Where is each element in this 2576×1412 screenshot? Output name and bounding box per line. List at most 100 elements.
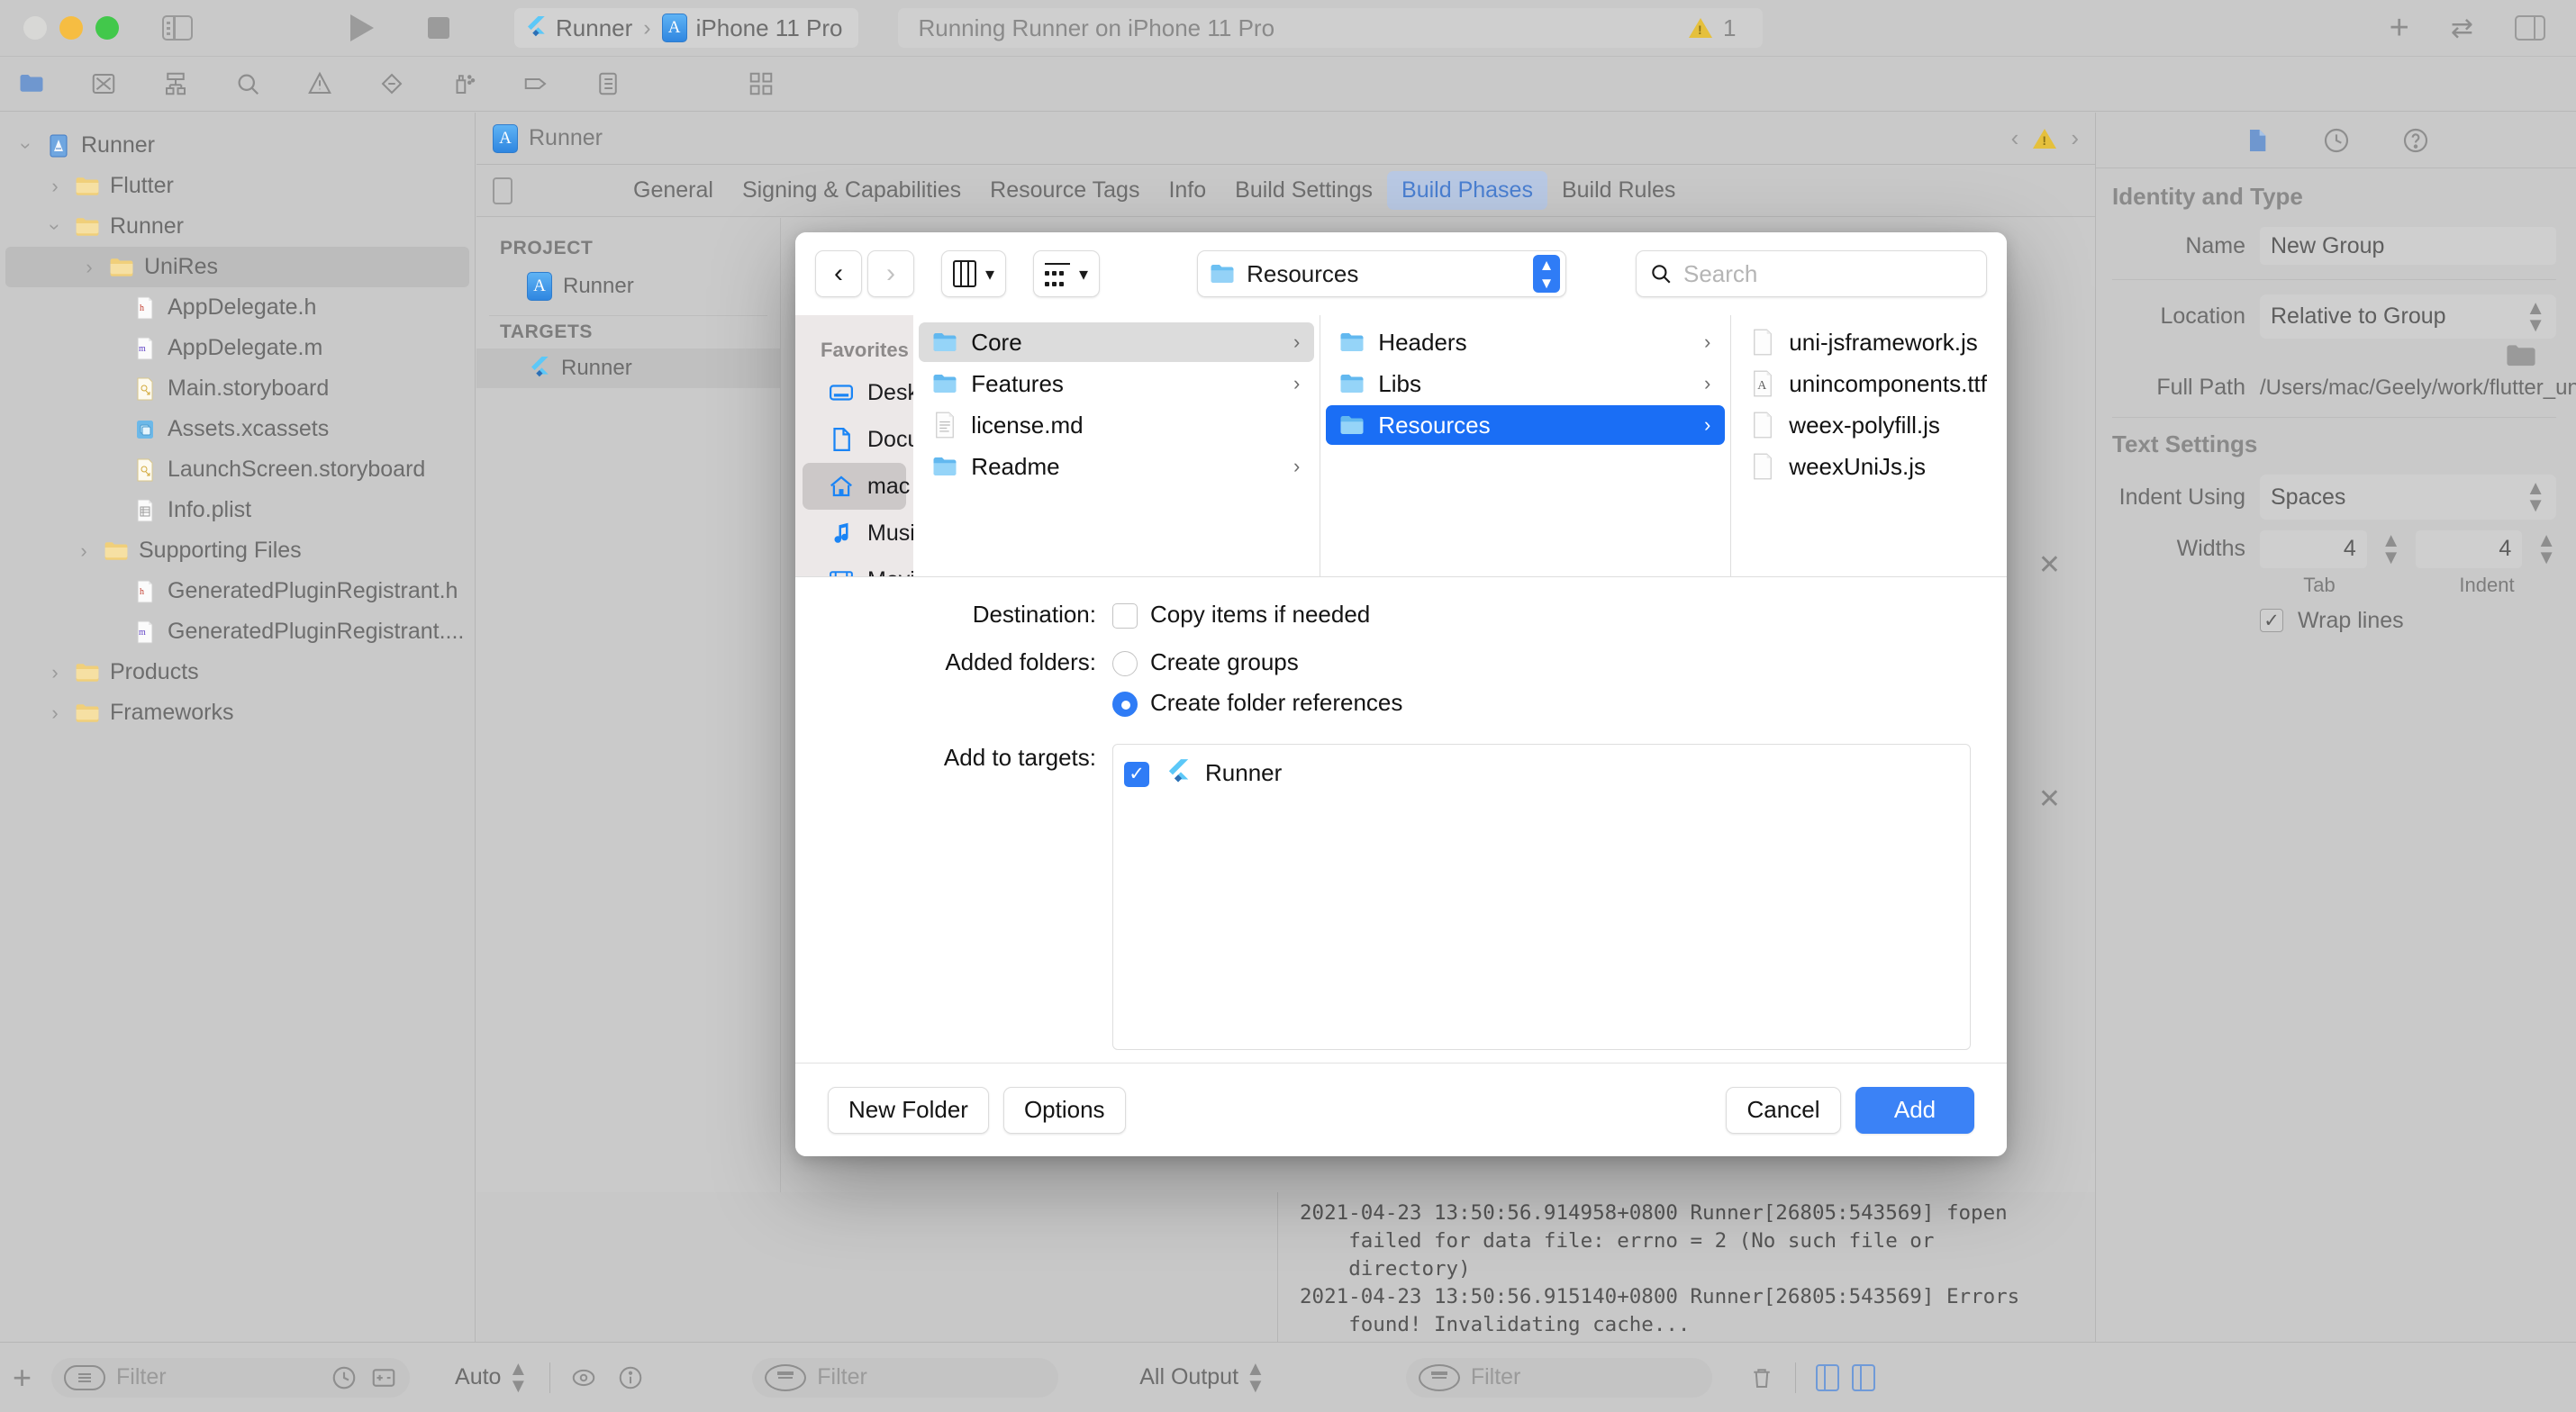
indent-using-select[interactable]: Spaces ▲ ▼: [2260, 475, 2556, 520]
tab-info[interactable]: Info: [1154, 171, 1220, 210]
navigator-item-appdelegate-m[interactable]: m AppDelegate.m: [0, 328, 475, 368]
target-row[interactable]: ✓ Runner: [1124, 754, 1959, 792]
finder-row-unincomponents-ttf[interactable]: Aunincomponents.ttf: [1737, 364, 2001, 403]
grid-view-icon[interactable]: [748, 70, 775, 97]
chevron-updown-icon[interactable]: ▲ ▼: [1533, 255, 1561, 293]
jumpbar-nav[interactable]: ‹ ›: [2011, 124, 2079, 152]
debug-navigator-icon[interactable]: [450, 70, 477, 97]
finder-row-weexunijs-js[interactable]: weexUniJs.js: [1737, 447, 2001, 486]
project-navigator[interactable]: › Runner › Flutter › Runner › UniRes h AppDelegat…: [0, 113, 476, 1342]
toggle-console-view-icon[interactable]: [1851, 1363, 1875, 1391]
finder-column-3[interactable]: uni-jsframework.js Aunincomponents.ttf wee…: [1731, 315, 2007, 576]
variables-filter[interactable]: Filter: [752, 1357, 1059, 1398]
cancel-button[interactable]: Cancel: [1726, 1086, 1841, 1134]
add-button[interactable]: Add: [1855, 1086, 1974, 1134]
navigator-item-unires[interactable]: › UniRes: [5, 247, 469, 287]
scheme-selector[interactable]: Runner › iPhone 11 Pro: [514, 8, 859, 48]
nav-buttons[interactable]: ‹ ›: [815, 250, 914, 297]
filter-circle-icon[interactable]: [765, 1363, 807, 1391]
project-target-list[interactable]: PROJECT Runner TARGETS Runner + −: [476, 218, 781, 1342]
options-button[interactable]: Options: [1002, 1086, 1126, 1134]
disclosure-triangle-icon[interactable]: ›: [45, 701, 65, 725]
variables-scope-select[interactable]: Auto ▲ ▼: [455, 1358, 528, 1394]
disclosure-triangle-icon[interactable]: ›: [14, 136, 38, 156]
disclosure-triangle-icon[interactable]: ›: [43, 217, 67, 237]
create-groups-radio[interactable]: [1112, 651, 1138, 676]
recent-files-icon[interactable]: [331, 1364, 358, 1391]
tab-width-stepper[interactable]: ▲ ▼: [2381, 530, 2401, 566]
navigator-item-runner[interactable]: › Runner: [0, 206, 475, 247]
toggle-variables-view-icon[interactable]: [1815, 1363, 1839, 1391]
toggle-project-list-icon[interactable]: [493, 176, 512, 204]
show-variables-icon[interactable]: [570, 1364, 597, 1391]
indent-width-stepper[interactable]: ▲ ▼: [2536, 530, 2556, 566]
finder-row-weex-polyfill-js[interactable]: weex-polyfill.js: [1737, 405, 2001, 445]
remove-phase-icon[interactable]: ✕: [2038, 783, 2061, 815]
location-select[interactable]: Relative to Group ▲ ▼: [2260, 294, 2556, 339]
project-row-runner[interactable]: Runner: [476, 265, 780, 308]
navigator-item-assets-xcassets[interactable]: Assets.xcassets: [0, 409, 475, 449]
variable-info-icon[interactable]: [617, 1364, 644, 1391]
finder-row-readme[interactable]: Readme ›: [919, 447, 1314, 486]
navigator-item-supporting-files[interactable]: › Supporting Files: [0, 530, 475, 571]
add-editor-icon[interactable]: +: [2390, 11, 2409, 45]
forward-button[interactable]: ›: [867, 250, 914, 297]
navigator-item-generatedpluginregistrant[interactable]: m GeneratedPluginRegistrant....: [0, 611, 475, 652]
finder-row-features[interactable]: Features ›: [919, 364, 1314, 403]
quick-help-icon[interactable]: [2401, 125, 2430, 156]
finder-row-core[interactable]: Core ›: [919, 322, 1315, 362]
disclosure-triangle-icon[interactable]: ›: [74, 539, 94, 563]
navigator-item-launchscreen-storyboard[interactable]: LaunchScreen.storyboard: [0, 449, 475, 490]
sidebar-item-movies[interactable]: Movies: [803, 557, 913, 576]
window-controls[interactable]: [23, 16, 119, 40]
close-window-button[interactable]: [23, 16, 47, 40]
sidebar-item-mac[interactable]: mac: [803, 463, 910, 510]
filter-options-icon[interactable]: [64, 1364, 106, 1390]
tab-resource-tags[interactable]: Resource Tags: [975, 171, 1154, 210]
column-view-button[interactable]: ▾: [941, 250, 1007, 297]
tab-build-phases[interactable]: Build Phases: [1387, 171, 1547, 210]
inspector-tabbar[interactable]: [2096, 113, 2576, 168]
remove-phase-icon[interactable]: ✕: [2038, 549, 2061, 581]
navigator-item-products[interactable]: › Products: [0, 652, 475, 692]
finder-column-2[interactable]: Headers › Libs › Resources ›: [1320, 315, 1732, 576]
sidebar-item-desktop[interactable]: Desktop: [803, 369, 913, 416]
run-button[interactable]: [350, 14, 374, 41]
back-chevron-icon[interactable]: ‹: [2011, 124, 2019, 152]
tab-build-settings[interactable]: Build Settings: [1220, 171, 1387, 210]
navigator-item-info-plist[interactable]: Info.plist: [0, 490, 475, 530]
finder-row-uni-jsframework-js[interactable]: uni-jsframework.js: [1737, 322, 2001, 362]
finder-row-headers[interactable]: Headers ›: [1326, 322, 1725, 362]
disclosure-triangle-icon[interactable]: ›: [79, 256, 99, 279]
finder-sidebar[interactable]: FavoritesDesktopDocumentsmacMusicMoviesD…: [795, 315, 914, 576]
console-scope-select[interactable]: All Output ▲ ▼: [1139, 1358, 1265, 1394]
back-button[interactable]: ‹: [815, 250, 862, 297]
copy-items-checkbox[interactable]: [1112, 603, 1138, 629]
navigator-item-main-storyboard[interactable]: Main.storyboard: [0, 368, 475, 409]
disclosure-triangle-icon[interactable]: ›: [45, 175, 65, 198]
jump-bar[interactable]: Runner ‹ ›: [476, 113, 2095, 165]
add-file-button[interactable]: +: [13, 1359, 32, 1397]
swap-arrows-icon[interactable]: ⇄: [2451, 13, 2473, 44]
indent-width-field[interactable]: 4: [2415, 530, 2523, 568]
finder-row-license-md[interactable]: license.md: [919, 405, 1314, 445]
sidebar-item-music[interactable]: Music: [803, 510, 913, 557]
name-field[interactable]: New Group: [2260, 227, 2556, 265]
finder-search-field[interactable]: Search: [1636, 250, 1987, 297]
finder-row-resources[interactable]: Resources ›: [1326, 405, 1726, 445]
clear-console-icon[interactable]: [1748, 1364, 1775, 1391]
navigator-selector[interactable]: [18, 70, 621, 97]
history-inspector-icon[interactable]: [2322, 125, 2351, 156]
target-row-runner[interactable]: Runner: [476, 348, 780, 388]
source-control-navigator-icon[interactable]: [90, 70, 117, 97]
test-navigator-icon[interactable]: [378, 70, 405, 97]
tab-width-field[interactable]: 4: [2260, 530, 2367, 568]
file-inspector-icon[interactable]: [2243, 125, 2272, 156]
navigator-item-frameworks[interactable]: › Frameworks: [0, 692, 475, 733]
navigator-item-flutter[interactable]: › Flutter: [0, 166, 475, 206]
wrap-lines-row[interactable]: ✓ Wrap lines: [2096, 602, 2576, 639]
navigator-item-generatedpluginregistrant-h[interactable]: h GeneratedPluginRegistrant.h: [0, 571, 475, 611]
navigator-item-appdelegate-h[interactable]: h AppDelegate.h: [0, 287, 475, 328]
zoom-window-button[interactable]: [95, 16, 119, 40]
toggle-navigator-icon[interactable]: [162, 15, 193, 41]
